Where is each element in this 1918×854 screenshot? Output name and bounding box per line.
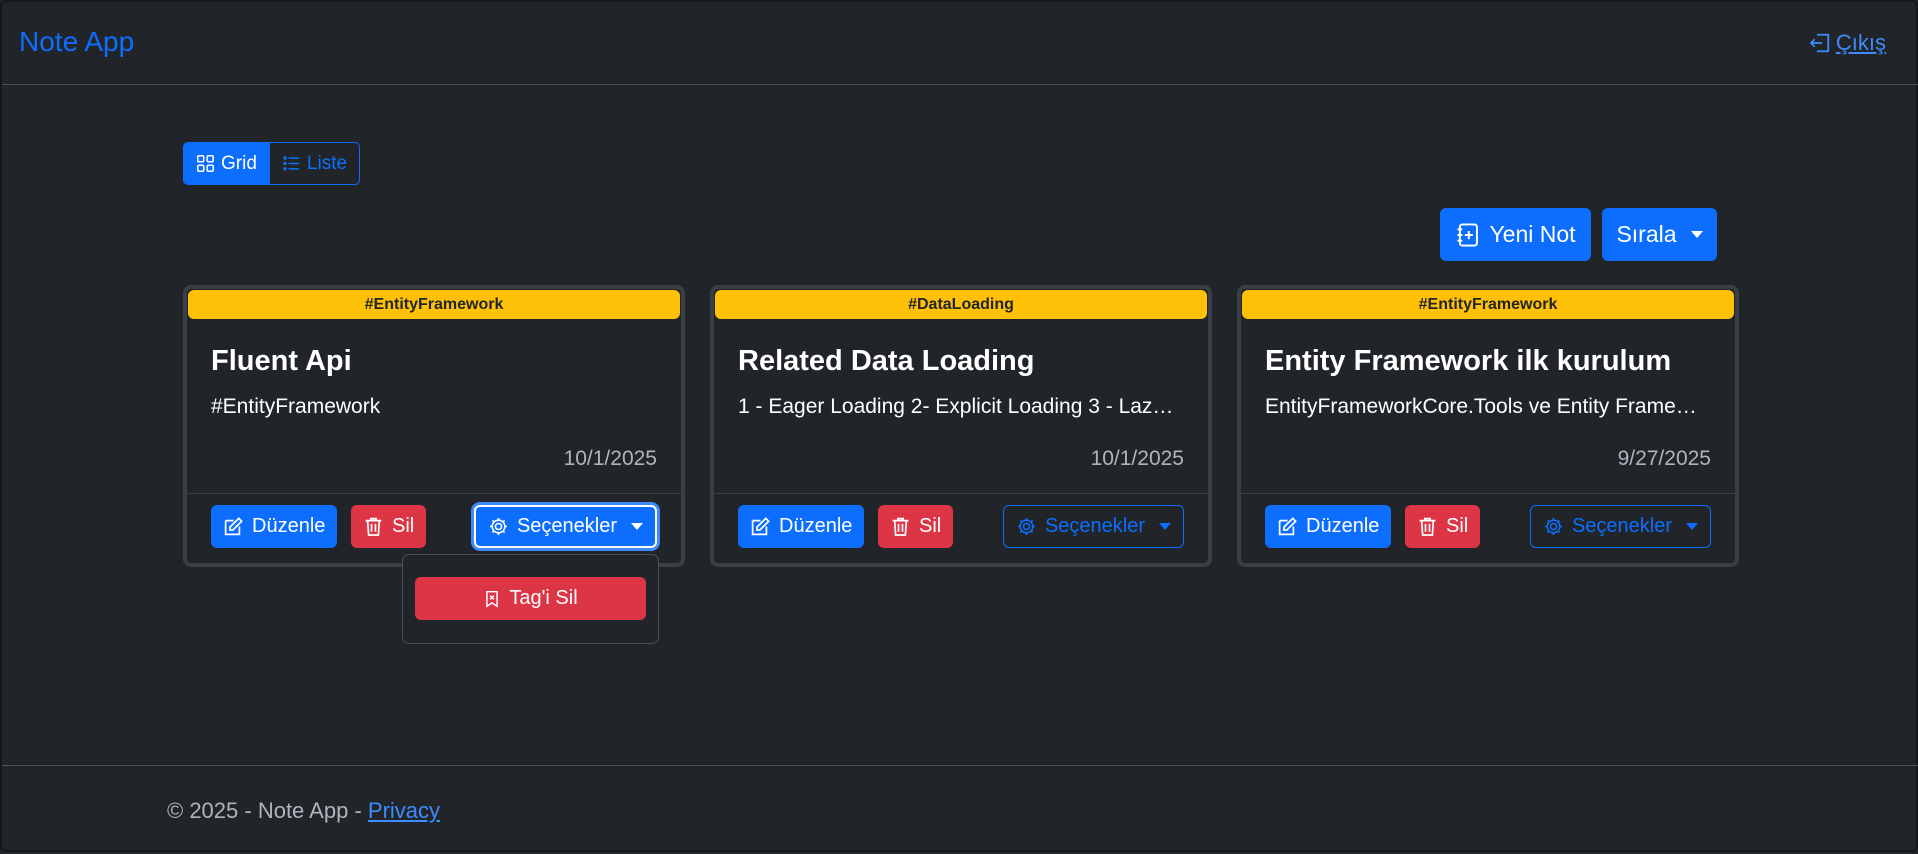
note-title: Fluent Api [211,345,352,377]
new-note-icon [1457,222,1479,247]
delete-note-button[interactable]: Sil [351,505,427,548]
options-label: Seçenekler [516,515,617,537]
caret-down-icon [1686,523,1698,530]
brand-link[interactable]: Note App [19,26,134,58]
grid-view-button[interactable]: Grid [184,143,269,184]
list-icon [283,156,300,171]
note-tag-badge: #EntityFramework [188,290,680,319]
edit-note-label: Düzenle [1306,515,1380,537]
sort-label: Sırala [1616,221,1677,247]
delete-note-label: Sil [392,515,415,537]
gear-icon [1544,517,1562,536]
note-tag-badge: #DataLoading [715,290,1207,319]
navbar: Note App Çıkış [2,2,1918,85]
edit-note-label: Düzenle [779,515,853,537]
delete-note-button[interactable]: Sil [878,505,954,548]
footer: © 2025 - Note App - Privacy [2,765,1918,854]
note-card: #EntityFramework Fluent Api #EntityFrame… [183,285,685,567]
note-card: #EntityFramework Entity Framework ilk ku… [1237,285,1739,567]
logout-link[interactable]: Çıkış [1808,30,1886,56]
edit-icon [1278,517,1297,536]
app-frame: Note App Çıkış Grid Liste Yeni Not Sıral… [0,0,1918,852]
edit-note-button[interactable]: Düzenle [738,505,865,548]
grid-view-label: Grid [221,152,257,174]
sort-dropdown-button[interactable]: Sırala [1602,208,1717,261]
note-card: #DataLoading Related Data Loading 1 - Ea… [710,285,1212,567]
grid-icon [197,155,214,172]
copyright-text: © 2025 - Note App - [167,798,368,823]
bookmark-x-icon [486,590,499,608]
caret-down-icon [1159,523,1171,530]
privacy-link[interactable]: Privacy [368,798,440,823]
edit-note-button[interactable]: Düzenle [1265,505,1392,548]
delete-note-label: Sil [919,515,942,537]
list-view-button[interactable]: Liste [268,143,359,184]
gear-icon [1017,517,1035,536]
remove-tag-label: Tag'i Sil [509,587,578,609]
note-text: EntityFrameworkCore.Tools ve Entity Fram… [1265,395,1705,418]
note-text: 1 - Eager Loading 2- Explicit Loading 3 … [738,395,1178,418]
logout-label: Çıkış [1835,30,1886,55]
remove-tag-button[interactable]: Tag'i Sil [415,577,646,620]
edit-icon [224,517,243,536]
note-title: Related Data Loading [738,345,1035,377]
caret-down-icon [631,523,643,530]
delete-note-button[interactable]: Sil [1405,505,1481,548]
delete-note-label: Sil [1446,515,1469,537]
gear-icon [489,517,507,536]
edit-note-button[interactable]: Düzenle [211,505,338,548]
options-dropdown-button[interactable]: Seçenekler [473,505,657,548]
options-dropdown-button[interactable]: Seçenekler [1002,505,1184,548]
new-note-label: Yeni Not [1489,221,1576,247]
view-toggle: Grid Liste [183,142,361,185]
trash-icon [892,517,909,536]
note-title: Entity Framework ilk kurulum [1265,345,1672,377]
logout-icon [1809,33,1830,53]
note-tag-badge: #EntityFramework [1242,290,1734,319]
options-dropdown-button[interactable]: Seçenekler [1529,505,1711,548]
trash-icon [365,517,382,536]
note-text: #EntityFramework [211,395,381,418]
edit-note-label: Düzenle [252,515,326,537]
trash-icon [1419,517,1436,536]
note-date: 9/27/2025 [1617,447,1711,470]
note-card-footer: Düzenle Sil Seçenekler [187,493,681,563]
caret-down-icon [1690,231,1703,238]
footer-text: © 2025 - Note App - Privacy [167,798,440,824]
options-label: Seçenekler [1044,515,1145,537]
note-card-footer: Düzenle Sil Seçenekler [714,493,1208,563]
note-date: 10/1/2025 [1090,447,1184,470]
note-card-footer: Düzenle Sil Seçenekler [1241,493,1735,563]
edit-icon [751,517,770,536]
list-view-label: Liste [306,152,348,174]
note-date: 10/1/2025 [563,447,657,470]
options-dropdown-menu: Tag'i Sil [402,554,659,644]
new-note-button[interactable]: Yeni Not [1440,208,1591,261]
options-label: Seçenekler [1571,515,1672,537]
